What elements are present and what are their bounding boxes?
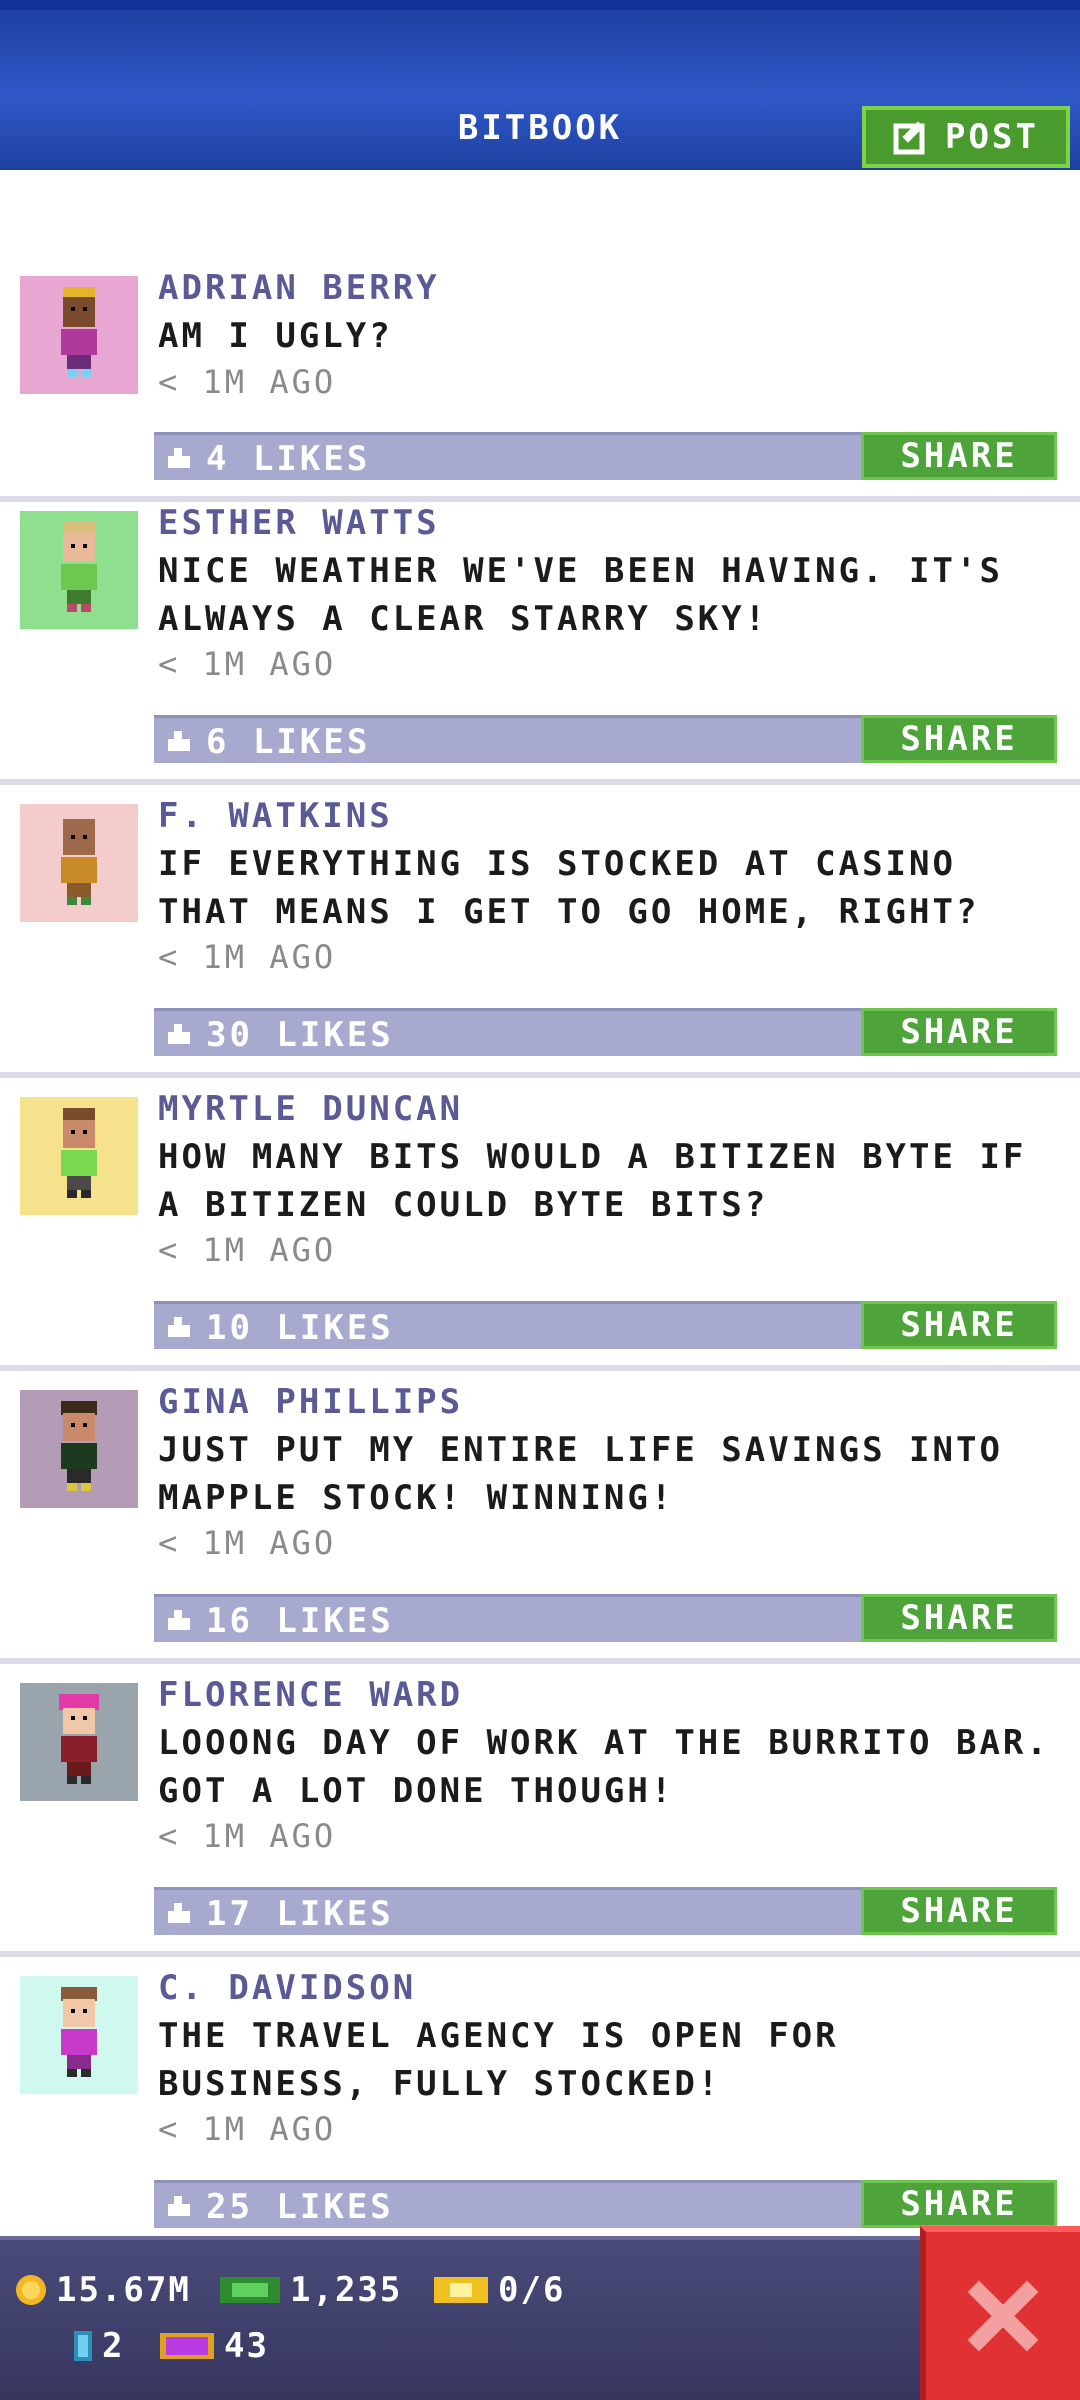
divider <box>0 1072 1080 1078</box>
likes-count: 25 LIKES <box>206 2187 394 2227</box>
likes-bar[interactable]: 30 LIKES SHARE <box>154 1008 1057 1056</box>
divider <box>0 1951 1080 1957</box>
post-message: LOOONG DAY OF WORK AT THE BURRITO BAR. G… <box>158 1723 1050 1811</box>
avatar <box>20 804 138 922</box>
share-button[interactable]: SHARE <box>861 432 1057 480</box>
post-timestamp: < 1M AGO <box>158 938 337 976</box>
likes-count: 4 LIKES <box>206 439 371 479</box>
divider <box>0 496 1080 502</box>
post-author[interactable]: F. WATKINS <box>158 796 393 836</box>
post-message: NICE WEATHER WE'VE BEEN HAVING. IT'S ALW… <box>158 551 1003 639</box>
post-timestamp: < 1M AGO <box>158 2110 337 2148</box>
vip-stat: 43 <box>158 2326 269 2366</box>
elevator-icon <box>74 2331 92 2361</box>
vip-value: 43 <box>224 2326 269 2366</box>
app-header: BITBOOK POST <box>0 0 1080 170</box>
ticket-icon <box>434 2277 488 2303</box>
close-icon <box>967 2280 1039 2352</box>
post-author[interactable]: ESTHER WATTS <box>158 503 440 543</box>
thumb-up-icon <box>168 1317 190 1337</box>
bitizen-avatar-icon <box>61 522 97 612</box>
likes-count: 10 LIKES <box>206 1308 394 1348</box>
divider <box>0 1658 1080 1664</box>
share-button[interactable]: SHARE <box>861 1008 1057 1056</box>
likes-bar[interactable]: 17 LIKES SHARE <box>154 1887 1057 1935</box>
avatar <box>20 276 138 394</box>
likes-count: 17 LIKES <box>206 1894 394 1934</box>
bux-icon <box>220 2277 280 2303</box>
avatar <box>20 511 138 629</box>
thumb-up-icon <box>168 1024 190 1044</box>
feed-list[interactable]: ADRIAN BERRY AM I UGLY? < 1M AGO 4 LIKES… <box>0 268 1080 2261</box>
likes-count: 16 LIKES <box>206 1601 394 1641</box>
coin-icon <box>16 2275 46 2305</box>
feed-post: ADRIAN BERRY AM I UGLY? < 1M AGO 4 LIKES… <box>0 268 1080 503</box>
edit-icon <box>893 121 925 155</box>
elevator-stat: 2 <box>72 2326 124 2366</box>
post-author[interactable]: FLORENCE WARD <box>158 1675 463 1715</box>
feed-post: ESTHER WATTS NICE WEATHER WE'VE BEEN HAV… <box>0 503 1080 796</box>
likes-bar[interactable]: 16 LIKES SHARE <box>154 1594 1057 1642</box>
post-button-label: POST <box>945 117 1039 157</box>
feed-post: F. WATKINS IF EVERYTHING IS STOCKED AT C… <box>0 796 1080 1089</box>
thumb-up-icon <box>168 731 190 751</box>
avatar <box>20 1976 138 2094</box>
post-button[interactable]: POST <box>862 106 1070 168</box>
likes-bar[interactable]: 25 LIKES SHARE <box>154 2180 1057 2228</box>
feed-post: MYRTLE DUNCAN HOW MANY BITS WOULD A BITI… <box>0 1089 1080 1382</box>
post-timestamp: < 1M AGO <box>158 645 337 683</box>
share-button[interactable]: SHARE <box>861 1594 1057 1642</box>
likes-bar[interactable]: 6 LIKES SHARE <box>154 715 1057 763</box>
share-button[interactable]: SHARE <box>861 715 1057 763</box>
bux-stat: 1,235 <box>218 2270 402 2310</box>
bitizen-avatar-icon <box>59 1694 99 1784</box>
thumb-up-icon <box>168 2196 190 2216</box>
avatar <box>20 1390 138 1508</box>
bitizen-avatar-icon <box>61 1987 97 2077</box>
post-author[interactable]: C. DAVIDSON <box>158 1968 416 2008</box>
feed-post: FLORENCE WARD LOOONG DAY OF WORK AT THE … <box>0 1675 1080 1968</box>
post-timestamp: < 1M AGO <box>158 363 337 401</box>
post-message: AM I UGLY? <box>158 316 393 356</box>
status-bar: 15.67M 1,235 0/6 2 43 <box>0 2236 1080 2400</box>
avatar <box>20 1097 138 1215</box>
bitizen-avatar-icon <box>61 1401 97 1491</box>
bitizen-avatar-icon <box>61 819 97 905</box>
likes-bar[interactable]: 10 LIKES SHARE <box>154 1301 1057 1349</box>
share-button[interactable]: SHARE <box>861 2180 1057 2228</box>
avatar <box>20 1683 138 1801</box>
share-button[interactable]: SHARE <box>861 1301 1057 1349</box>
post-message: IF EVERYTHING IS STOCKED AT CASINO THAT … <box>158 844 980 932</box>
feed-post: GINA PHILLIPS JUST PUT MY ENTIRE LIFE SA… <box>0 1382 1080 1675</box>
close-button[interactable] <box>920 2226 1080 2400</box>
post-author[interactable]: MYRTLE DUNCAN <box>158 1089 463 1129</box>
thumb-up-icon <box>168 1610 190 1630</box>
likes-count: 30 LIKES <box>206 1015 394 1055</box>
feed-post: C. DAVIDSON THE TRAVEL AGENCY IS OPEN FO… <box>0 1968 1080 2261</box>
vip-icon <box>160 2333 214 2359</box>
divider <box>0 779 1080 785</box>
thumb-up-icon <box>168 1903 190 1923</box>
post-author[interactable]: GINA PHILLIPS <box>158 1382 463 1422</box>
likes-bar[interactable]: 4 LIKES SHARE <box>154 432 1057 480</box>
coins-value: 15.67M <box>56 2270 191 2310</box>
post-timestamp: < 1M AGO <box>158 1231 337 1269</box>
post-author[interactable]: ADRIAN BERRY <box>158 268 440 308</box>
coins-stat: 15.67M <box>14 2270 191 2310</box>
thumb-up-icon <box>168 448 190 468</box>
post-timestamp: < 1M AGO <box>158 1817 337 1855</box>
post-message: JUST PUT MY ENTIRE LIFE SAVINGS INTO MAP… <box>158 1430 1003 1518</box>
post-message: THE TRAVEL AGENCY IS OPEN FOR BUSINESS, … <box>158 2016 839 2104</box>
share-button[interactable]: SHARE <box>861 1887 1057 1935</box>
post-message: HOW MANY BITS WOULD A BITIZEN BYTE IF A … <box>158 1137 1027 1225</box>
divider <box>0 1365 1080 1371</box>
bux-value: 1,235 <box>290 2270 403 2310</box>
bitizen-avatar-icon <box>61 1108 97 1198</box>
tickets-stat: 0/6 <box>432 2270 565 2310</box>
post-timestamp: < 1M AGO <box>158 1524 337 1562</box>
bitizen-avatar-icon <box>61 287 97 377</box>
tickets-value: 0/6 <box>498 2270 566 2310</box>
likes-count: 6 LIKES <box>206 722 371 762</box>
elevator-value: 2 <box>102 2326 125 2366</box>
